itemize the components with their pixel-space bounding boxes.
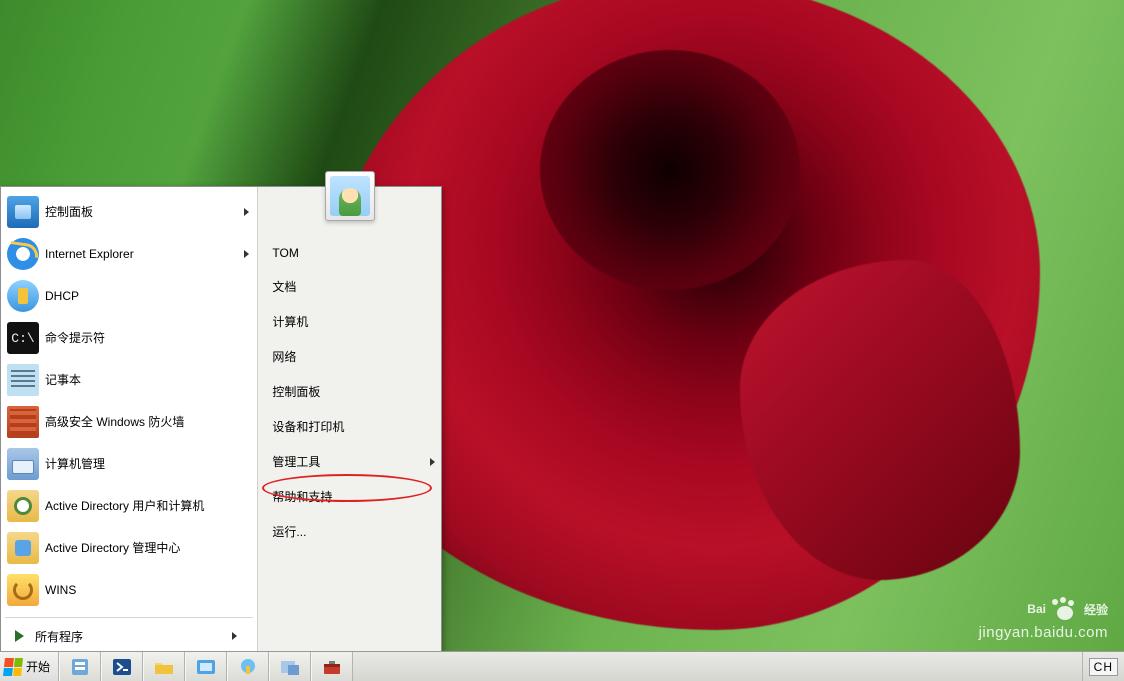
start-menu-right: TOM 文档 计算机 网络 控制面板 设备和打印机 管理工具 (258, 187, 441, 652)
right-item-admin-tools[interactable]: 管理工具 (258, 444, 441, 479)
program-computer-management[interactable]: 计算机管理 (3, 443, 255, 485)
ad-tools-icon (278, 656, 302, 678)
windows-flag-icon (3, 658, 23, 676)
user-name-label: TOM (272, 246, 298, 260)
taskbar-pinned (59, 652, 353, 681)
program-wins[interactable]: WINS (3, 569, 255, 611)
ie-icon (7, 238, 39, 270)
taskbar-explorer[interactable] (143, 652, 185, 681)
watermark-brand: Bai 经验 (979, 596, 1108, 622)
adac-icon (7, 532, 39, 564)
chevron-right-icon (232, 632, 237, 640)
aduc-icon (7, 490, 39, 522)
taskbar-powershell[interactable] (101, 652, 143, 681)
right-item-label: 计算机 (272, 315, 308, 329)
right-panel-list: TOM 文档 计算机 网络 控制面板 设备和打印机 管理工具 (258, 237, 441, 549)
taskbar-server-manager[interactable] (59, 652, 101, 681)
toolbox-icon (320, 656, 344, 678)
right-item-label: 文档 (272, 280, 296, 294)
dhcp-icon (7, 280, 39, 312)
right-item-label: 网络 (272, 350, 296, 364)
program-label: Active Directory 用户和计算机 (45, 499, 204, 513)
program-ad-users-computers[interactable]: Active Directory 用户和计算机 (3, 485, 255, 527)
program-label: 控制面板 (45, 205, 93, 219)
watermark: Bai 经验 jingyan.baidu.com (979, 596, 1108, 641)
right-item-help[interactable]: 帮助和支持 (258, 479, 441, 514)
right-item-label: 控制面板 (272, 385, 320, 399)
program-label: 命令提示符 (45, 331, 105, 345)
right-item-devices-printers[interactable]: 设备和打印机 (258, 409, 441, 444)
user-avatar-icon (330, 176, 370, 216)
chevron-right-icon (430, 458, 435, 466)
right-item-label: 运行... (272, 525, 306, 539)
right-item-network[interactable]: 网络 (258, 339, 441, 374)
system-tray: CH (1082, 652, 1124, 681)
paw-icon (1052, 596, 1078, 622)
taskbar-ad-tools[interactable] (269, 652, 311, 681)
start-menu-left: 控制面板 Internet Explorer DHCP 命令提示符 (1, 187, 258, 652)
right-item-computer[interactable]: 计算机 (258, 304, 441, 339)
chevron-right-icon (244, 208, 249, 216)
chevron-right-icon (244, 250, 249, 258)
start-button[interactable]: 开始 (0, 652, 59, 681)
watermark-url: jingyan.baidu.com (979, 624, 1108, 641)
taskbar-control-panel[interactable] (185, 652, 227, 681)
control-panel-icon (7, 196, 39, 228)
program-cmd[interactable]: 命令提示符 (3, 317, 255, 359)
program-label: 计算机管理 (45, 457, 105, 471)
start-label: 开始 (26, 658, 50, 675)
program-internet-explorer[interactable]: Internet Explorer (3, 233, 255, 275)
taskbar-toolbox[interactable] (311, 652, 353, 681)
firewall-icon (7, 406, 39, 438)
programs-list: 控制面板 Internet Explorer DHCP 命令提示符 (1, 187, 257, 611)
taskbar-dhcp[interactable] (227, 652, 269, 681)
user-avatar-frame[interactable] (325, 171, 375, 221)
program-label: Internet Explorer (45, 247, 134, 261)
taskbar: 开始 CH (0, 651, 1124, 681)
program-ad-admin-center[interactable]: Active Directory 管理中心 (3, 527, 255, 569)
language-indicator[interactable]: CH (1089, 658, 1118, 676)
program-firewall[interactable]: 高级安全 Windows 防火墙 (3, 401, 255, 443)
dhcp-icon (236, 656, 260, 678)
program-notepad[interactable]: 记事本 (3, 359, 255, 401)
powershell-icon (110, 656, 134, 678)
watermark-brand-text: Bai (1027, 602, 1046, 616)
folder-icon (152, 656, 176, 678)
start-menu: 控制面板 Internet Explorer DHCP 命令提示符 (0, 186, 442, 652)
program-label: 高级安全 Windows 防火墙 (45, 415, 184, 429)
notepad-icon (7, 364, 39, 396)
program-label: DHCP (45, 289, 79, 303)
all-programs[interactable]: 所有程序 (5, 617, 253, 654)
watermark-brand-suffix: 经验 (1084, 601, 1108, 618)
program-label: Active Directory 管理中心 (45, 541, 180, 555)
right-item-username[interactable]: TOM (258, 237, 441, 269)
server-manager-icon (68, 656, 92, 678)
computer-mgmt-icon (7, 448, 39, 480)
right-item-control-panel[interactable]: 控制面板 (258, 374, 441, 409)
program-dhcp[interactable]: DHCP (3, 275, 255, 317)
right-item-run[interactable]: 运行... (258, 514, 441, 549)
control-panel-icon (194, 656, 218, 678)
all-programs-label: 所有程序 (35, 628, 83, 645)
right-item-documents[interactable]: 文档 (258, 269, 441, 304)
right-item-label: 帮助和支持 (272, 490, 332, 504)
program-label: WINS (45, 583, 76, 597)
program-label: 记事本 (45, 373, 81, 387)
arrow-right-icon (9, 626, 29, 646)
program-control-panel[interactable]: 控制面板 (3, 191, 255, 233)
desktop: 控制面板 Internet Explorer DHCP 命令提示符 (0, 0, 1124, 681)
right-item-label: 设备和打印机 (272, 420, 344, 434)
cmd-icon (7, 322, 39, 354)
right-item-label: 管理工具 (272, 455, 320, 469)
wins-icon (7, 574, 39, 606)
